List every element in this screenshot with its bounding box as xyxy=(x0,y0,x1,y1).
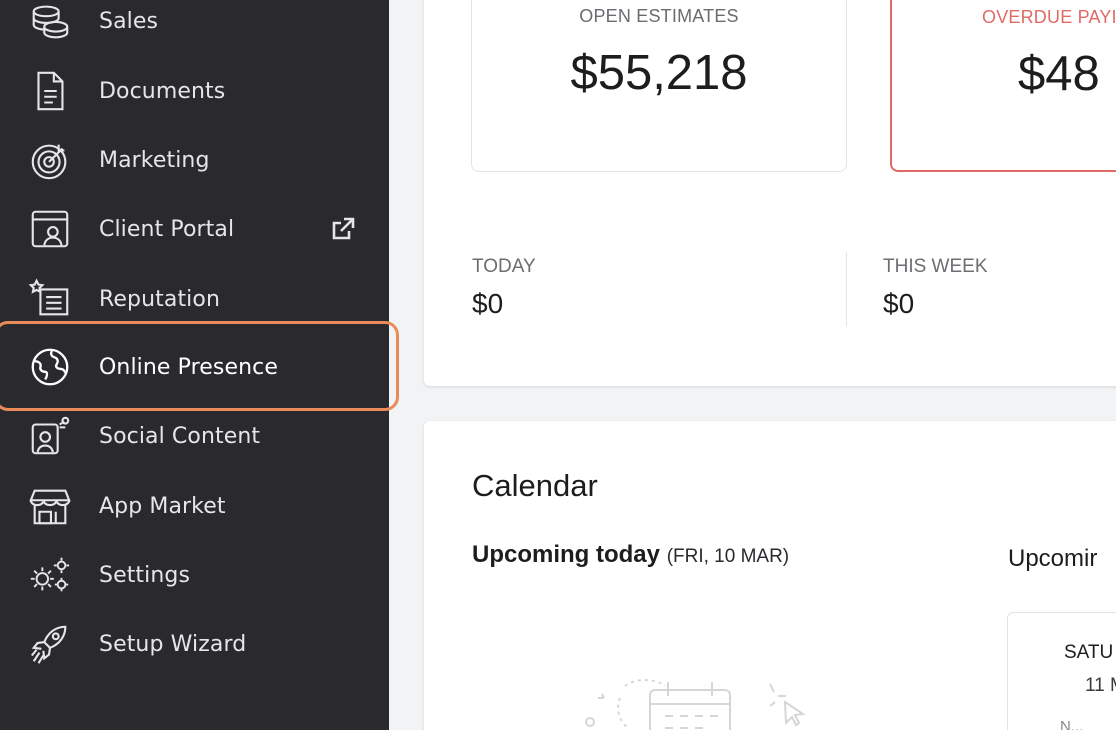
sidebar-item-documents[interactable]: Documents xyxy=(0,62,389,120)
sidebar-item-social-content[interactable]: Social Content xyxy=(0,407,389,465)
this-week-value: $0 xyxy=(883,288,915,319)
social-content-icon xyxy=(26,416,74,456)
sidebar-item-settings[interactable]: Settings xyxy=(0,546,389,604)
day-card-day: SATU xyxy=(1064,642,1114,663)
overdue-payments-value: $48 xyxy=(1018,47,1100,101)
divider xyxy=(846,252,847,326)
sidebar-item-label: App Market xyxy=(99,493,226,519)
sidebar-item-label: Settings xyxy=(99,562,191,588)
active-item-highlight xyxy=(0,321,399,411)
upcoming-today-date: (FRI, 10 MAR) xyxy=(666,546,790,567)
open-estimates-box[interactable]: OPEN ESTIMATES $55,218 xyxy=(471,0,847,172)
overdue-payments-title: OVERDUE PAYI xyxy=(982,7,1116,27)
overdue-payments-box[interactable]: OVERDUE PAYI $48 xyxy=(890,0,1116,172)
sidebar-item-label: Documents xyxy=(99,78,226,104)
sidebar-item-label: Social Content xyxy=(99,423,261,449)
day-card[interactable] xyxy=(1007,612,1116,730)
upcoming-today-heading: Upcoming today (FRI, 10 MAR) xyxy=(472,541,789,569)
rocket-icon xyxy=(26,624,74,664)
calendar-title: Calendar xyxy=(472,468,598,503)
reputation-icon xyxy=(26,278,74,319)
external-link-icon[interactable] xyxy=(328,214,358,244)
target-icon xyxy=(26,140,74,180)
today-label: TODAY xyxy=(472,256,536,277)
day-card-note: N... xyxy=(1060,718,1084,730)
upcoming-today-label: Upcoming today xyxy=(472,541,661,568)
sidebar-item-label: Sales xyxy=(99,8,159,34)
sidebar: Sales Documents Marketing Client Portal … xyxy=(0,0,399,730)
day-card-date: 11 M xyxy=(1085,675,1116,696)
sidebar-item-label: Marketing xyxy=(99,147,210,173)
empty-calendar-illustration xyxy=(585,679,806,730)
today-value: $0 xyxy=(472,288,504,319)
upcoming-next-heading: Upcomir xyxy=(1008,545,1098,572)
open-estimates-value: $55,218 xyxy=(570,46,748,100)
gears-icon xyxy=(26,555,74,595)
sidebar-item-reputation[interactable]: Reputation xyxy=(0,270,389,328)
sidebar-item-marketing[interactable]: Marketing xyxy=(0,131,389,189)
sidebar-item-label: Setup Wizard xyxy=(99,631,247,657)
open-estimates-title: OPEN ESTIMATES xyxy=(579,6,739,26)
this-week-label: THIS WEEK xyxy=(883,256,988,277)
sidebar-item-setup-wizard[interactable]: Setup Wizard xyxy=(0,615,389,673)
sidebar-item-label: Client Portal xyxy=(99,216,235,242)
client-portal-icon xyxy=(26,209,74,249)
sidebar-item-sales[interactable]: Sales xyxy=(0,0,389,50)
storefront-icon xyxy=(26,486,74,526)
document-icon xyxy=(26,71,74,111)
sidebar-item-client-portal[interactable]: Client Portal xyxy=(0,200,389,258)
sidebar-item-label: Reputation xyxy=(99,286,220,312)
sidebar-item-app-market[interactable]: App Market xyxy=(0,477,389,535)
coins-icon xyxy=(26,1,74,41)
